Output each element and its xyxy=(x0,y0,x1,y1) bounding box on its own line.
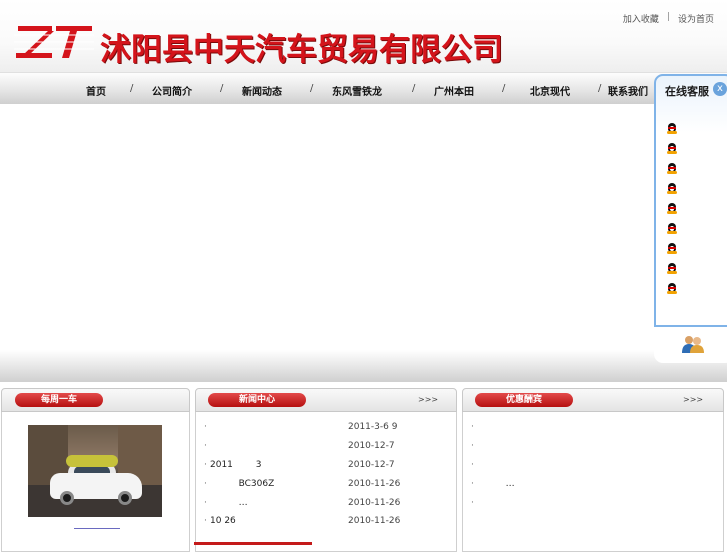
qq-icon[interactable] xyxy=(666,200,678,214)
zt-logo[interactable] xyxy=(14,22,94,64)
nav-news[interactable]: 新闻动态 xyxy=(242,83,282,98)
divider-band xyxy=(0,350,727,382)
nav-separator: / xyxy=(412,83,416,94)
nav-hyundai[interactable]: 北京现代 xyxy=(530,83,570,98)
site-header: 加入收藏 | 设为首页 沭阳县中天汽车贸易有限公司 xyxy=(0,0,727,72)
add-favorite-link[interactable]: 加入收藏 xyxy=(623,12,659,25)
nav-separator: / xyxy=(310,83,314,94)
news-item[interactable]: · … 2010-11-26 xyxy=(196,498,456,512)
banner-area xyxy=(0,104,727,350)
car-photo[interactable] xyxy=(28,425,162,517)
set-homepage-link[interactable]: 设为首页 xyxy=(678,12,714,25)
news-item[interactable]: · 2011-3-6 9 xyxy=(196,422,456,436)
news-more-link[interactable]: >>> xyxy=(418,395,438,404)
news-item[interactable]: · 10 26 2010-11-26 xyxy=(196,516,456,530)
nav-contact[interactable]: 联系我们 xyxy=(608,83,648,98)
company-name: 沭阳县中天汽车贸易有限公司 xyxy=(100,32,503,68)
weekly-car-header: 每周一车 xyxy=(1,388,190,412)
top-links-separator: | xyxy=(666,12,670,22)
nav-citroen[interactable]: 东风雪铁龙 xyxy=(332,83,382,98)
qq-icon[interactable] xyxy=(666,280,678,294)
people-icon[interactable] xyxy=(681,335,705,353)
promo-item[interactable]: · … xyxy=(463,479,723,493)
qq-icon[interactable] xyxy=(666,160,678,174)
nav-separator: / xyxy=(130,83,134,94)
promo-header: 优惠酬宾 >>> xyxy=(462,388,724,412)
news-title[interactable]: 新闻中心 xyxy=(208,393,306,407)
promo-more-link[interactable]: >>> xyxy=(683,395,703,404)
qq-icon[interactable] xyxy=(666,220,678,234)
nav-separator: / xyxy=(598,83,602,94)
qq-icon[interactable] xyxy=(666,260,678,274)
weekly-car-panel xyxy=(1,412,190,552)
online-service-panel: 在线客服 x xyxy=(654,74,727,363)
qq-icon[interactable] xyxy=(666,240,678,254)
news-list: · 2011-3-6 9 · 2010-12-7 · 2011 3 2010-12-7 … xyxy=(195,412,457,552)
service-agent-list xyxy=(666,120,678,300)
nav-about[interactable]: 公司简介 xyxy=(152,83,192,98)
promo-item[interactable]: · xyxy=(463,460,723,474)
news-item[interactable]: · BC306Z 2010-11-26 xyxy=(196,479,456,493)
promo-item[interactable]: · xyxy=(463,422,723,436)
promo-item[interactable]: · xyxy=(463,498,723,512)
news-item[interactable]: · 2011 3 2010-12-7 xyxy=(196,460,456,474)
service-footer xyxy=(654,325,727,363)
qq-icon[interactable] xyxy=(666,140,678,154)
close-icon[interactable]: x xyxy=(713,82,727,96)
promo-item[interactable]: · xyxy=(463,441,723,455)
qq-icon[interactable] xyxy=(666,120,678,134)
qq-icon[interactable] xyxy=(666,180,678,194)
news-header: 新闻中心 >>> xyxy=(195,388,457,412)
news-item[interactable]: · 2010-12-7 xyxy=(196,441,456,455)
main-nav: 首页 / 公司简介 / 新闻动态 / 东风雪铁龙 / 广州本田 / 北京现代 /… xyxy=(0,72,727,104)
nav-separator: / xyxy=(502,83,506,94)
weekly-car-title[interactable]: 每周一车 xyxy=(15,393,103,407)
nav-honda[interactable]: 广州本田 xyxy=(434,83,474,98)
car-caption-link[interactable] xyxy=(74,528,120,529)
top-links: 加入收藏 | 设为首页 xyxy=(623,12,714,25)
service-title: 在线客服 xyxy=(665,85,709,98)
nav-separator: / xyxy=(220,83,224,94)
promo-list: · · · · … · xyxy=(462,412,724,552)
nav-home[interactable]: 首页 xyxy=(86,83,106,98)
promo-title[interactable]: 优惠酬宾 xyxy=(475,393,573,407)
